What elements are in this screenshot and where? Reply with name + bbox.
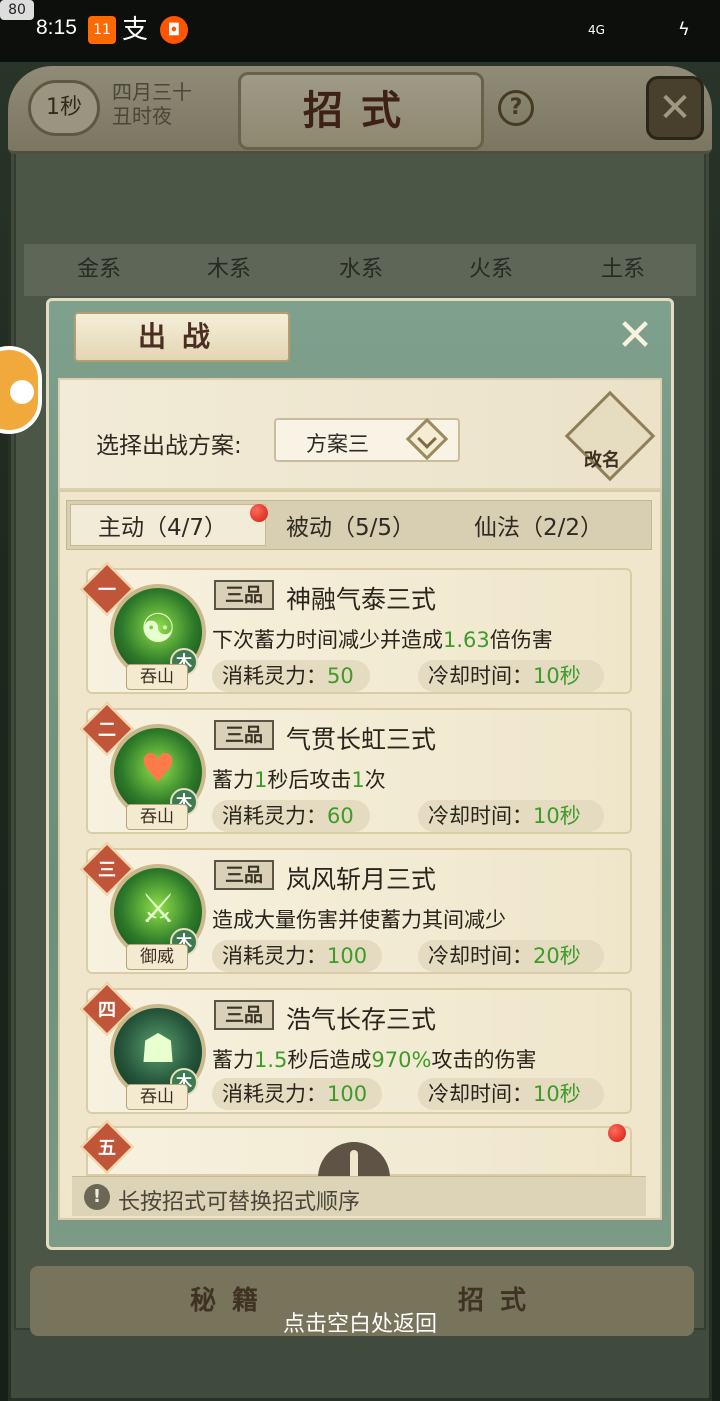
grade-tag: 三品 (214, 860, 274, 890)
order-number: 五 (98, 1138, 116, 1159)
signal-icon: 4G (588, 23, 605, 37)
info-icon: ! (84, 1184, 110, 1210)
dialog-title: 出战 (74, 312, 290, 362)
school-tag: 吞山 (126, 804, 188, 830)
rename-label[interactable]: 改名 (584, 446, 620, 472)
taobao-icon: ◘ (160, 16, 188, 44)
tab-immortal-arts[interactable]: 仙法（2/2） (474, 508, 603, 542)
skill-name: 浩气长存三式 (286, 1005, 437, 1034)
school-tag: 御威 (126, 944, 188, 970)
dialog-title-text: 出战 (137, 320, 226, 353)
notification-dot (250, 504, 268, 522)
skill-description: 下次蓄力时间减少并造成1.63倍伤害 (212, 628, 553, 652)
cooldown: 冷却时间：10秒 (418, 800, 604, 832)
status-time: 8:15 (36, 16, 77, 39)
school-tag: 吞山 (126, 664, 188, 690)
plan-label: 选择出战方案: (96, 433, 242, 459)
charging-icon: ϟ (678, 19, 690, 40)
cooldown: 冷却时间：20秒 (418, 940, 604, 972)
cooldown: 冷却时间：10秒 (418, 660, 604, 692)
mana-cost: 消耗灵力：50 (212, 660, 370, 692)
skill-description: 蓄力1.5秒后造成970%攻击的伤害 (212, 1048, 537, 1072)
tab-passive-skills[interactable]: 被动（5/5） (286, 508, 415, 542)
order-number: 三 (98, 860, 116, 881)
skill-name: 气贯长虹三式 (286, 725, 437, 754)
tip-text: 长按招式可替换招式顺序 (118, 1190, 361, 1215)
status-bar: 8:15 11 支 ◘ 4G 80 ϟ (0, 0, 720, 62)
cooldown: 冷却时间：10秒 (418, 1078, 604, 1110)
school-tag: 吞山 (126, 1084, 188, 1110)
skill-description: 造成大量伤害并使蓄力其间减少 (212, 908, 506, 932)
grade-tag: 三品 (214, 720, 274, 750)
tab-active-skills[interactable]: 主动（4/7） (98, 508, 227, 542)
alipay-icon: 支 (122, 15, 149, 45)
mi-icon: 11 (88, 16, 116, 44)
order-number: 四 (98, 1000, 116, 1021)
mana-cost: 消耗灵力：100 (212, 1078, 382, 1110)
notification-dot (608, 1124, 626, 1142)
skill-glyph: ♥ (140, 746, 176, 792)
grade-tag: 三品 (214, 1000, 274, 1030)
skill-glyph: ☯ (140, 606, 176, 652)
skill-name: 岚风斩月三式 (286, 865, 437, 894)
dialog-close-icon[interactable]: ✕ (612, 314, 658, 360)
grade-tag: 三品 (214, 580, 274, 610)
order-number: 二 (98, 720, 116, 741)
mana-cost: 消耗灵力：100 (212, 940, 382, 972)
plan-dropdown-value[interactable]: 方案三 (306, 428, 369, 458)
skill-description: 蓄力1秒后攻击1次 (212, 768, 386, 792)
order-number: 一 (98, 580, 116, 601)
back-hint: 点击空白处返回 (282, 1312, 437, 1337)
battery-icon: 80 (0, 0, 34, 20)
skill-glyph: ☗ (140, 1026, 176, 1072)
skill-glyph: ⚔ (140, 886, 176, 932)
mana-cost: 消耗灵力：60 (212, 800, 370, 832)
skill-name: 神融气泰三式 (286, 585, 437, 614)
